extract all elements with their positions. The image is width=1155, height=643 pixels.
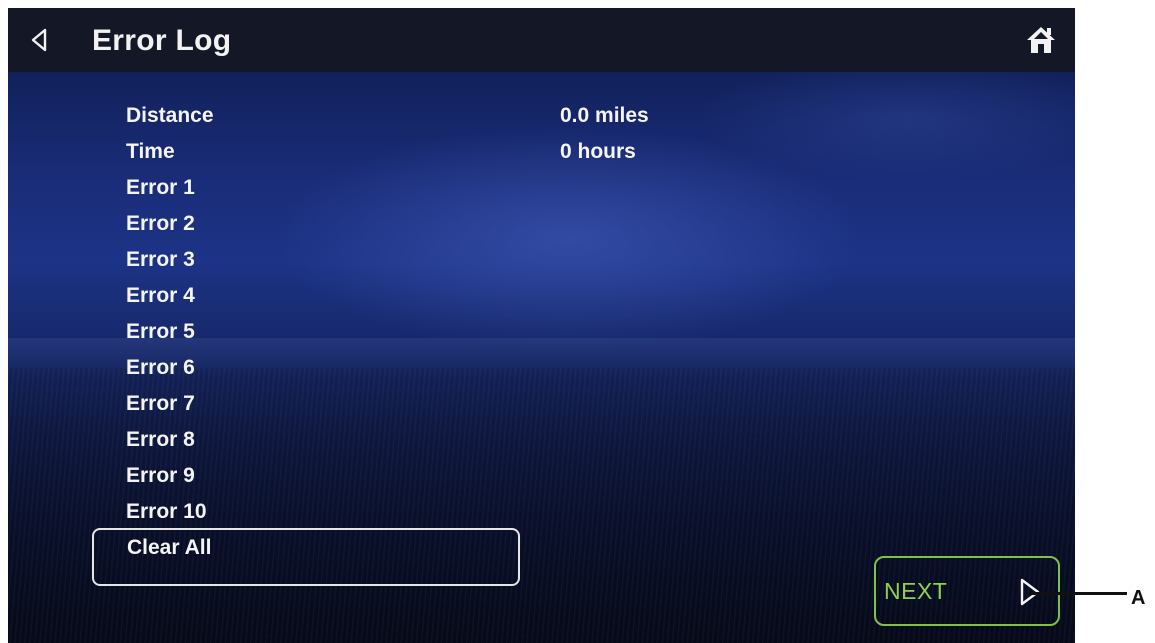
log-row-error-10: Error 10 — [126, 496, 826, 532]
clear-all-label: Clear All — [127, 536, 212, 559]
next-button[interactable]: NEXT — [874, 556, 1060, 626]
title-bar: Error Log — [8, 8, 1075, 72]
log-row-error-6: Error 6 — [126, 352, 826, 388]
home-icon — [1027, 27, 1055, 53]
log-row-time: Time 0 hours — [126, 136, 826, 172]
log-row-value: 0 hours — [560, 140, 636, 163]
figure-frame: Error Log Distance 0.0 miles Time 0 hour… — [0, 0, 1155, 643]
log-row-value: 0.0 miles — [560, 104, 649, 127]
log-row-label: Error 8 — [126, 428, 195, 451]
callout-label: A — [1131, 587, 1146, 609]
log-row-label: Error 2 — [126, 212, 195, 235]
log-row-label: Error 3 — [126, 248, 195, 271]
log-row-label: Error 5 — [126, 320, 195, 343]
log-row-error-8: Error 8 — [126, 424, 826, 460]
log-row-error-7: Error 7 — [126, 388, 826, 424]
log-row-distance: Distance 0.0 miles — [126, 100, 826, 136]
next-label: NEXT — [884, 578, 948, 604]
log-row-error-2: Error 2 — [126, 208, 826, 244]
chevron-left-outline-icon — [31, 28, 47, 52]
error-log-screen: Error Log Distance 0.0 miles Time 0 hour… — [8, 8, 1075, 643]
error-log-list: Distance 0.0 miles Time 0 hours Error 1 … — [126, 100, 826, 532]
log-row-label: Error 9 — [126, 464, 195, 487]
log-row-label: Error 7 — [126, 392, 195, 415]
log-row-error-1: Error 1 — [126, 172, 826, 208]
log-row-error-9: Error 9 — [126, 460, 826, 496]
log-row-error-4: Error 4 — [126, 280, 826, 316]
log-row-label: Distance — [126, 104, 214, 127]
callout-leader-line — [1030, 592, 1127, 595]
log-row-error-3: Error 3 — [126, 244, 826, 280]
log-row-label: Error 10 — [126, 500, 207, 523]
log-row-label: Error 6 — [126, 356, 195, 379]
clear-all-button[interactable]: Clear All — [92, 528, 520, 586]
log-row-label: Error 1 — [126, 176, 195, 199]
log-row-error-5: Error 5 — [126, 316, 826, 352]
home-button[interactable] — [1026, 25, 1056, 55]
page-title: Error Log — [92, 24, 232, 57]
back-button[interactable] — [26, 26, 54, 54]
log-row-label: Error 4 — [126, 284, 195, 307]
log-row-label: Time — [126, 140, 175, 163]
